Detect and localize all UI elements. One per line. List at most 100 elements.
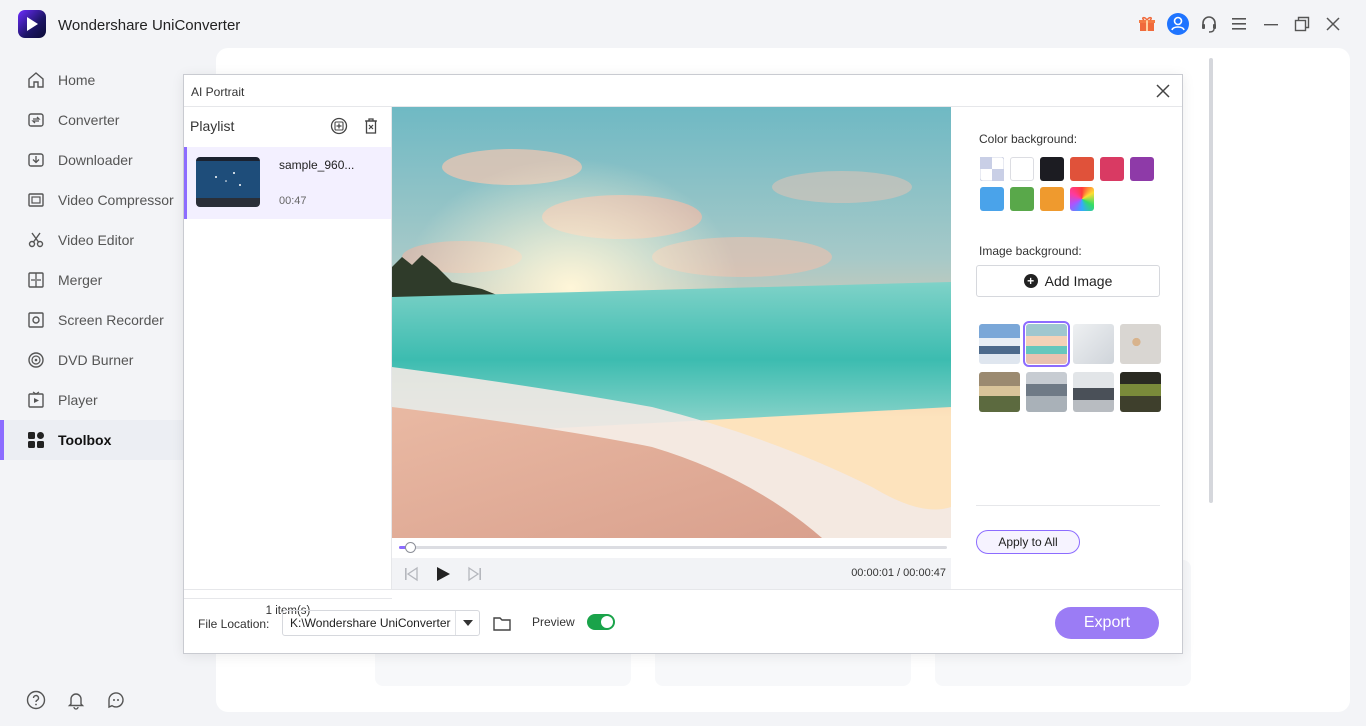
sidebar-item-label: DVD Burner: [58, 352, 134, 368]
sidebar-item-video-compressor[interactable]: Video Compressor: [0, 180, 186, 220]
color-swatch-black[interactable]: [1040, 157, 1064, 181]
plus-icon: +: [1023, 274, 1038, 288]
playback-time: 00:00:01 / 00:00:47: [851, 567, 946, 579]
play-button[interactable]: [434, 565, 452, 583]
add-image-button[interactable]: + Add Image: [976, 265, 1160, 297]
background-settings-panel: Color background: Image background: + Ad…: [952, 107, 1182, 589]
scrollbar[interactable]: [1209, 58, 1213, 503]
add-file-icon[interactable]: [330, 117, 348, 135]
sidebar-item-label: Toolbox: [58, 432, 112, 448]
color-background-label: Color background:: [979, 132, 1078, 146]
downloader-icon: [26, 150, 46, 170]
disc-icon: [26, 350, 46, 370]
folder-icon[interactable]: [492, 614, 512, 632]
color-swatch-orange-red[interactable]: [1070, 157, 1094, 181]
playlist-heading: Playlist: [190, 118, 235, 134]
file-location-label: File Location:: [198, 617, 270, 631]
color-swatch-blue[interactable]: [980, 187, 1004, 211]
feedback-icon[interactable]: [106, 690, 126, 715]
sidebar-item-screen-recorder[interactable]: Screen Recorder: [0, 300, 186, 340]
sidebar-item-label: Video Editor: [58, 232, 135, 248]
export-button[interactable]: Export: [1055, 607, 1159, 639]
sidebar-item-label: Player: [58, 392, 98, 408]
sidebar: Home Converter Downloader Video Compress…: [0, 60, 186, 460]
title-bar: Wondershare UniConverter: [0, 0, 1366, 48]
ai-portrait-dialog: AI Portrait Playlist sample_960... 00:47…: [183, 74, 1183, 654]
video-thumbnail: [196, 157, 260, 207]
dialog-close-icon[interactable]: [1154, 82, 1172, 100]
bg-image-lobby[interactable]: [979, 372, 1020, 412]
seek-bar[interactable]: [392, 538, 951, 558]
playlist-item[interactable]: sample_960... 00:47: [184, 147, 391, 219]
bg-image-workspace[interactable]: [1073, 372, 1114, 412]
playlist-item-duration: 00:47: [279, 195, 307, 207]
video-preview: [392, 107, 951, 538]
account-icon[interactable]: [1162, 10, 1193, 38]
bg-image-minimal[interactable]: [1120, 324, 1161, 364]
sidebar-item-downloader[interactable]: Downloader: [0, 140, 186, 180]
record-icon: [26, 310, 46, 330]
seek-track[interactable]: [399, 542, 947, 553]
dialog-footer: File Location: K:\Wondershare UniConvert…: [184, 589, 1182, 653]
app-title: Wondershare UniConverter: [58, 17, 241, 34]
sidebar-item-home[interactable]: Home: [0, 60, 186, 100]
merge-icon: [26, 270, 46, 290]
sidebar-item-label: Video Compressor: [58, 192, 174, 208]
bg-image-white-room[interactable]: [1073, 324, 1114, 364]
playlist-header: Playlist: [184, 107, 391, 145]
converter-icon: [26, 110, 46, 130]
help-icon[interactable]: [26, 690, 46, 715]
dialog-title: AI Portrait: [191, 85, 245, 99]
delete-icon[interactable]: [362, 117, 380, 135]
sidebar-item-dvd-burner[interactable]: DVD Burner: [0, 340, 186, 380]
sidebar-item-converter[interactable]: Converter: [0, 100, 186, 140]
dialog-header: AI Portrait: [184, 75, 1182, 107]
menu-icon[interactable]: [1224, 10, 1255, 38]
file-location-value: K:\Wondershare UniConverter: [290, 616, 451, 630]
color-swatch-transparent[interactable]: [979, 156, 1005, 182]
sidebar-item-player[interactable]: Player: [0, 380, 186, 420]
bg-image-beach[interactable]: [1023, 321, 1070, 367]
sidebar-item-merger[interactable]: Merger: [0, 260, 186, 300]
bg-image-office[interactable]: [1026, 372, 1067, 412]
home-icon: [26, 70, 46, 90]
playlist-panel: Playlist sample_960... 00:47 1 item(s): [184, 107, 392, 617]
app-logo-icon: [18, 10, 46, 38]
color-swatch-white[interactable]: [1010, 157, 1034, 181]
scissors-icon: [26, 230, 46, 250]
color-swatch-pink[interactable]: [1100, 157, 1124, 181]
close-window-icon[interactable]: [1317, 10, 1348, 38]
sidebar-item-video-editor[interactable]: Video Editor: [0, 220, 186, 260]
compress-icon: [26, 190, 46, 210]
grid-icon: [26, 430, 46, 450]
sidebar-item-label: Downloader: [58, 152, 133, 168]
previous-frame-icon[interactable]: [402, 565, 420, 583]
seek-handle[interactable]: [404, 542, 416, 553]
chevron-down-icon[interactable]: [455, 611, 479, 635]
color-swatch-green[interactable]: [1010, 187, 1034, 211]
notification-bell-icon[interactable]: [66, 690, 86, 715]
restore-icon[interactable]: [1286, 10, 1317, 38]
image-background-label: Image background:: [979, 244, 1082, 258]
player-controls: 00:00:01 / 00:00:47: [392, 558, 951, 589]
color-swatch-orange[interactable]: [1040, 187, 1064, 211]
apply-to-all-button[interactable]: Apply to All: [976, 530, 1080, 554]
support-headset-icon[interactable]: [1193, 10, 1224, 38]
add-image-label: Add Image: [1044, 273, 1113, 289]
file-location-select[interactable]: K:\Wondershare UniConverter: [282, 610, 480, 636]
sidebar-item-label: Merger: [58, 272, 103, 288]
sidebar-item-toolbox[interactable]: Toolbox: [0, 420, 186, 460]
color-picker-rainbow-icon[interactable]: [1070, 187, 1094, 211]
sidebar-item-label: Screen Recorder: [58, 312, 164, 328]
play-icon: [26, 390, 46, 410]
minimize-icon[interactable]: [1255, 10, 1286, 38]
bg-image-mountains[interactable]: [979, 324, 1020, 364]
sidebar-item-label: Converter: [58, 112, 120, 128]
preview-toggle[interactable]: [587, 614, 615, 630]
divider: [976, 505, 1160, 506]
bg-image-plants[interactable]: [1120, 372, 1161, 412]
next-frame-icon[interactable]: [466, 565, 484, 583]
color-swatch-purple[interactable]: [1130, 157, 1154, 181]
playlist-item-name: sample_960...: [279, 158, 355, 172]
gift-icon[interactable]: [1131, 10, 1162, 38]
